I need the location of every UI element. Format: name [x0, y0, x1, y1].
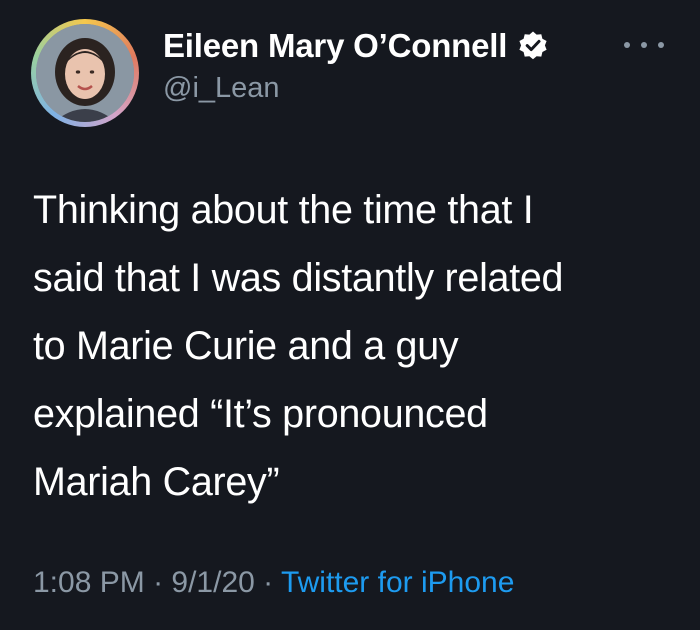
author-display-name[interactable]: Eileen Mary O’Connell — [163, 27, 507, 65]
meta-separator: · — [144, 566, 172, 599]
tweet-metadata: 1:08 PM · 9/1/20 · Twitter for iPhone — [33, 566, 514, 600]
tweet-text-line: Mariah Carey” — [33, 460, 280, 504]
tweet-text-line: said that I was distantly related — [33, 256, 564, 300]
tweet-text-line: Thinking about the time that I — [33, 188, 534, 232]
avatar[interactable] — [36, 24, 134, 122]
more-dot — [641, 42, 647, 48]
author-handle[interactable]: @i_Lean — [163, 72, 280, 105]
tweet-card: Eileen Mary O’Connell @i_Lean Thinking a… — [0, 0, 700, 630]
author-name-row[interactable]: Eileen Mary O’Connell — [163, 27, 549, 65]
verified-badge-icon — [517, 30, 549, 62]
meta-separator: · — [254, 566, 281, 599]
tweet-text-line: explained “It’s pronounced — [33, 392, 488, 436]
tweet-date[interactable]: 9/1/20 — [171, 566, 254, 599]
more-options-icon[interactable] — [624, 35, 664, 55]
tweet-text: Thinking about the time that I said that… — [33, 176, 683, 516]
tweet-text-line: to Marie Curie and a guy — [33, 324, 459, 368]
more-dot — [624, 42, 630, 48]
profile-photo — [36, 24, 134, 122]
tweet-time[interactable]: 1:08 PM — [33, 566, 145, 599]
avatar-ring[interactable] — [31, 19, 139, 127]
more-dot — [658, 42, 664, 48]
tweet-source-link[interactable]: Twitter for iPhone — [281, 566, 514, 599]
